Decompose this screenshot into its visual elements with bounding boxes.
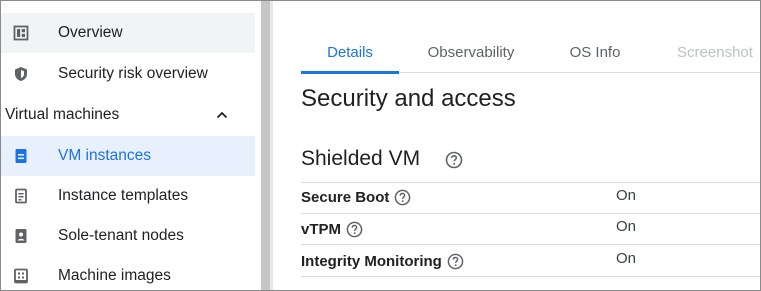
- tab-label: OS Info: [569, 43, 621, 61]
- tab-bar: Details Observability OS Info Screenshot: [301, 31, 760, 74]
- row-integrity-monitoring-value: On: [616, 250, 637, 267]
- sidebar-item-label: Security risk overview: [58, 65, 208, 82]
- dashboard-icon: [13, 25, 29, 41]
- sidebar-item-label: Overview: [58, 24, 123, 41]
- row-divider: [301, 244, 760, 245]
- sidebar-item-vm-instances[interactable]: VM instances: [1, 136, 255, 176]
- help-icon[interactable]: [447, 253, 464, 270]
- row-divider: [301, 213, 760, 214]
- sidebar-item-overview[interactable]: Overview: [1, 13, 255, 53]
- page-title: Security and access: [301, 85, 516, 112]
- tab-label: Observability: [427, 43, 515, 61]
- section-title: Shielded VM: [301, 147, 421, 170]
- sidebar-item-label: Instance templates: [58, 187, 189, 204]
- sidebar-item-sole-tenant-nodes[interactable]: Sole-tenant nodes: [1, 216, 255, 256]
- help-icon[interactable]: [445, 151, 463, 169]
- sidebar-item-instance-templates[interactable]: Instance templates: [1, 176, 255, 216]
- template-icon: [13, 188, 29, 204]
- main-panel: Details Observability OS Info Screenshot…: [273, 1, 760, 290]
- row-secure-boot-value: On: [616, 187, 637, 204]
- row-vtpm-value: On: [616, 218, 637, 235]
- window-frame: Overview Security risk overview Virtual …: [0, 0, 761, 291]
- row-vtpm-label: vTPM: [301, 219, 363, 239]
- sidebar: Overview Security risk overview Virtual …: [1, 1, 261, 290]
- help-icon[interactable]: [394, 189, 411, 206]
- row-divider: [301, 182, 760, 183]
- sidebar-item-machine-images[interactable]: Machine images: [1, 256, 255, 290]
- active-tab-indicator: [301, 71, 399, 74]
- sole-tenant-icon: [13, 228, 29, 244]
- row-secure-boot-label: Secure Boot: [301, 187, 411, 207]
- sidebar-section-virtual-machines[interactable]: Virtual machines: [1, 95, 255, 135]
- row-label-text: Secure Boot: [301, 188, 390, 206]
- row-label-text: vTPM: [301, 220, 342, 238]
- sidebar-item-security-risk-overview[interactable]: Security risk overview: [1, 54, 255, 94]
- row-integrity-monitoring-label: Integrity Monitoring: [301, 251, 464, 271]
- sidebar-section-label: Virtual machines: [5, 106, 120, 123]
- row-divider: [301, 276, 760, 277]
- row-label-text: Integrity Monitoring: [301, 252, 442, 270]
- tab-label: Details: [327, 43, 373, 61]
- vm-instance-icon: [13, 148, 29, 164]
- shield-icon: [13, 66, 29, 82]
- tab-observability[interactable]: Observability: [415, 31, 527, 73]
- sidebar-item-label: VM instances: [58, 147, 152, 164]
- tab-label: Screenshot: [677, 43, 753, 61]
- sidebar-scrollbar[interactable]: [261, 1, 270, 290]
- help-icon[interactable]: [346, 221, 363, 238]
- tab-screenshot: Screenshot: [665, 31, 760, 73]
- tab-os-info[interactable]: OS Info: [559, 31, 631, 73]
- sidebar-item-label: Machine images: [58, 267, 171, 284]
- tab-details[interactable]: Details: [301, 31, 399, 74]
- machine-image-icon: [13, 268, 29, 284]
- sidebar-item-label: Sole-tenant nodes: [58, 227, 184, 244]
- chevron-up-icon[interactable]: [215, 108, 229, 122]
